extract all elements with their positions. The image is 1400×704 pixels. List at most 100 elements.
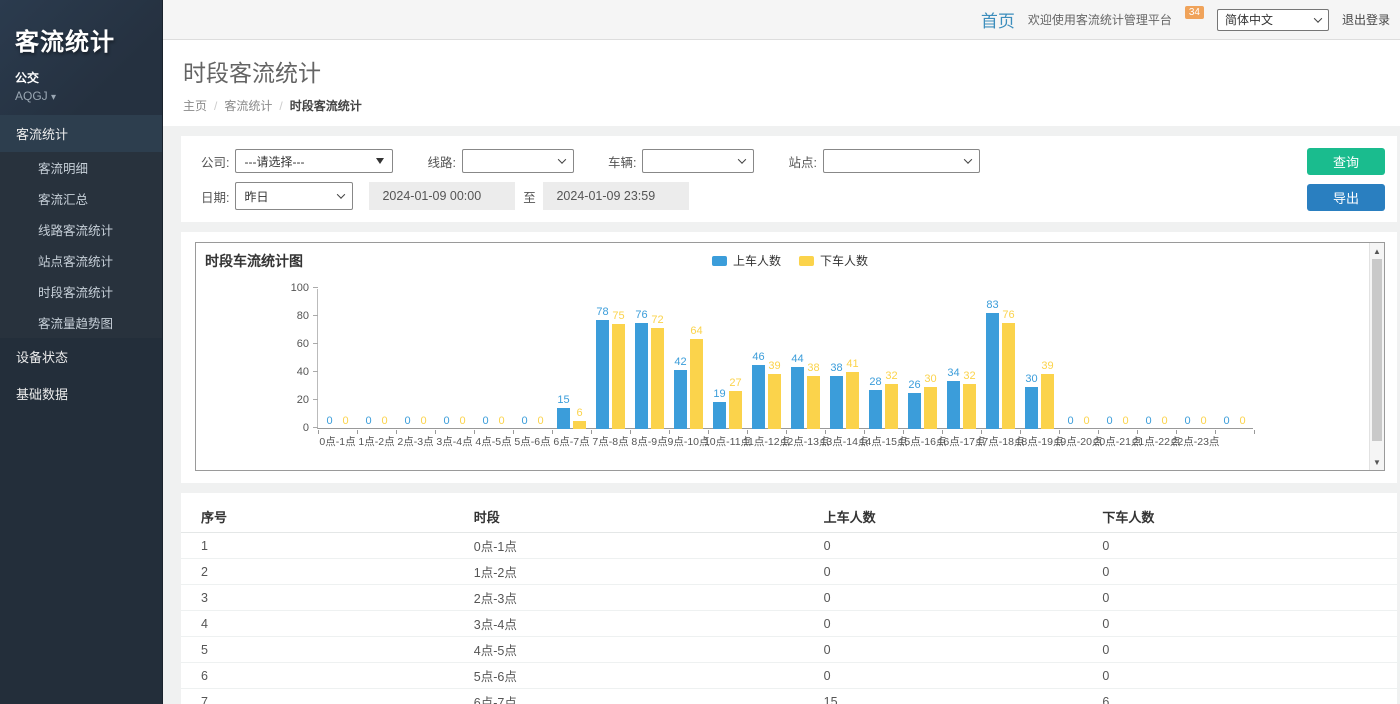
- bar-column: 0: [1158, 415, 1171, 429]
- sidebar-item-7[interactable]: 设备状态: [0, 338, 162, 375]
- sidebar-item-5[interactable]: 时段客流统计: [0, 276, 162, 307]
- table-cell: 2: [201, 565, 474, 579]
- sidebar-item-4[interactable]: 站点客流统计: [0, 245, 162, 276]
- bar-column: 41: [846, 358, 859, 429]
- filter-row-1: 公司: ---请选择--- 线路: 车辆:: [201, 149, 1287, 173]
- vehicle-select[interactable]: [642, 149, 754, 173]
- breadcrumb-item: 时段客流统计: [290, 99, 362, 113]
- bar-column: 0: [417, 415, 430, 429]
- sidebar-item-3[interactable]: 线路客流统计: [0, 214, 162, 245]
- scrollbar-up-icon[interactable]: ▲: [1370, 244, 1384, 258]
- legend-label-alighting[interactable]: 下车人数: [820, 252, 868, 269]
- bar: [690, 339, 703, 429]
- bar-column: 0: [362, 415, 375, 429]
- bar-column: 39: [768, 360, 781, 429]
- sidebar-item-1[interactable]: 客流明细: [0, 152, 162, 183]
- bar-value-label: 15: [557, 394, 569, 407]
- bar-column: 0: [534, 415, 547, 429]
- bar-value-label: 0: [404, 415, 410, 428]
- sidebar-item-0[interactable]: 客流统计: [0, 115, 162, 152]
- bar-value-label: 38: [830, 362, 842, 375]
- bar-column: 0: [518, 415, 531, 429]
- y-axis-label: 100: [281, 282, 309, 294]
- bar-value-label: 0: [1145, 415, 1151, 428]
- scrollbar-thumb[interactable]: [1372, 259, 1382, 441]
- date-range-separator: 至: [515, 182, 543, 210]
- breadcrumb-item[interactable]: 主页: [183, 99, 207, 113]
- bar-value-label: 0: [1083, 415, 1089, 428]
- sidebar-submenu: 客流明细客流汇总线路客流统计站点客流统计时段客流统计客流量趋势图: [0, 152, 162, 338]
- line-select[interactable]: [462, 149, 574, 173]
- table-cell: 2点-3点: [474, 588, 824, 607]
- y-axis-label: 40: [281, 366, 309, 378]
- bar-value-label: 75: [612, 310, 624, 323]
- bar-column: 19: [713, 388, 726, 429]
- query-button[interactable]: 查询: [1307, 148, 1385, 175]
- date-range: 2024-01-09 00:00 至 2024-01-09 23:59: [369, 182, 689, 210]
- table-cell: 0: [1102, 565, 1387, 579]
- date-start-input[interactable]: 2024-01-09 00:00: [369, 182, 515, 210]
- welcome-text: 欢迎使用客流统计管理平台: [1028, 11, 1172, 28]
- user-menu[interactable]: AQGJ ▾: [15, 89, 147, 103]
- data-table: 序号时段上车人数下车人数 10点-1点0021点-2点0032点-3点0043点…: [181, 493, 1397, 704]
- sidebar-item-8[interactable]: 基础数据: [0, 375, 162, 412]
- bar-group: 0020点-21点: [1098, 289, 1137, 429]
- legend-swatch-boarding[interactable]: [712, 256, 727, 266]
- bar: [1041, 374, 1054, 429]
- line-filter: 线路:: [427, 149, 573, 173]
- x-axis-label: 22点-23点: [1172, 434, 1220, 449]
- notification-badge: 34: [1185, 6, 1204, 19]
- date-preset-select[interactable]: 昨日: [235, 182, 353, 210]
- bar-column: 0: [1119, 415, 1132, 429]
- bar-column: 6: [573, 407, 586, 429]
- company-select[interactable]: ---请选择---: [235, 149, 393, 173]
- bar-column: 0: [495, 415, 508, 429]
- sidebar-item-6[interactable]: 客流量趋势图: [0, 307, 162, 338]
- table-cell: 0: [1102, 643, 1387, 657]
- x-axis-label: 5点-6点: [514, 434, 550, 449]
- bar-value-label: 0: [1184, 415, 1190, 428]
- x-axis-tick: [1254, 430, 1255, 434]
- sidebar-item-2[interactable]: 客流汇总: [0, 183, 162, 214]
- table-cell: 6: [1102, 695, 1387, 704]
- bar-column: 0: [339, 415, 352, 429]
- x-axis-tick: [318, 430, 319, 434]
- table-cell: 4点-5点: [474, 640, 824, 659]
- legend-label-boarding[interactable]: 上车人数: [733, 252, 781, 269]
- bar-column: 0: [1220, 415, 1233, 429]
- bar-value-label: 0: [1106, 415, 1112, 428]
- bar-column: 0: [1080, 415, 1093, 429]
- language-select[interactable]: 简体中文: [1217, 9, 1329, 31]
- chevron-down-icon: [738, 155, 746, 163]
- date-preset-value: 昨日: [244, 188, 268, 205]
- bar: [557, 408, 570, 429]
- date-end-input[interactable]: 2024-01-09 23:59: [543, 182, 689, 210]
- bar-column: 46: [752, 351, 765, 429]
- bar-group: 0022点-23点: [1176, 289, 1215, 429]
- station-select[interactable]: [823, 149, 980, 173]
- table-header: 序号时段上车人数下车人数: [181, 501, 1397, 533]
- bar-value-label: 0: [443, 415, 449, 428]
- bar-column: 0: [1103, 415, 1116, 429]
- breadcrumb-item[interactable]: 客流统计: [224, 99, 272, 113]
- chart-scrollbar[interactable]: ▲ ▼: [1369, 243, 1384, 470]
- logout-link[interactable]: 退出登录: [1342, 11, 1390, 28]
- bar-value-label: 0: [459, 415, 465, 428]
- scrollbar-down-icon[interactable]: ▼: [1370, 455, 1384, 469]
- bar-value-label: 76: [635, 309, 647, 322]
- bar-group: 000点-1点: [318, 289, 357, 429]
- bar-column: 76: [1002, 309, 1015, 429]
- export-button[interactable]: 导出: [1307, 184, 1385, 211]
- bar-group: 443812点-13点: [786, 289, 825, 429]
- table-header-cell: 序号: [201, 507, 474, 526]
- table-cell: 5点-6点: [474, 666, 824, 685]
- bar-group: 00: [1215, 289, 1254, 429]
- home-link[interactable]: 首页: [981, 7, 1015, 32]
- bar-value-label: 32: [963, 370, 975, 383]
- bar-value-label: 42: [674, 356, 686, 369]
- table-cell: 0: [1102, 539, 1387, 553]
- station-label: 站点:: [788, 152, 816, 171]
- bar: [947, 381, 960, 429]
- legend-swatch-alighting[interactable]: [799, 256, 814, 266]
- bar-column: 15: [557, 394, 570, 429]
